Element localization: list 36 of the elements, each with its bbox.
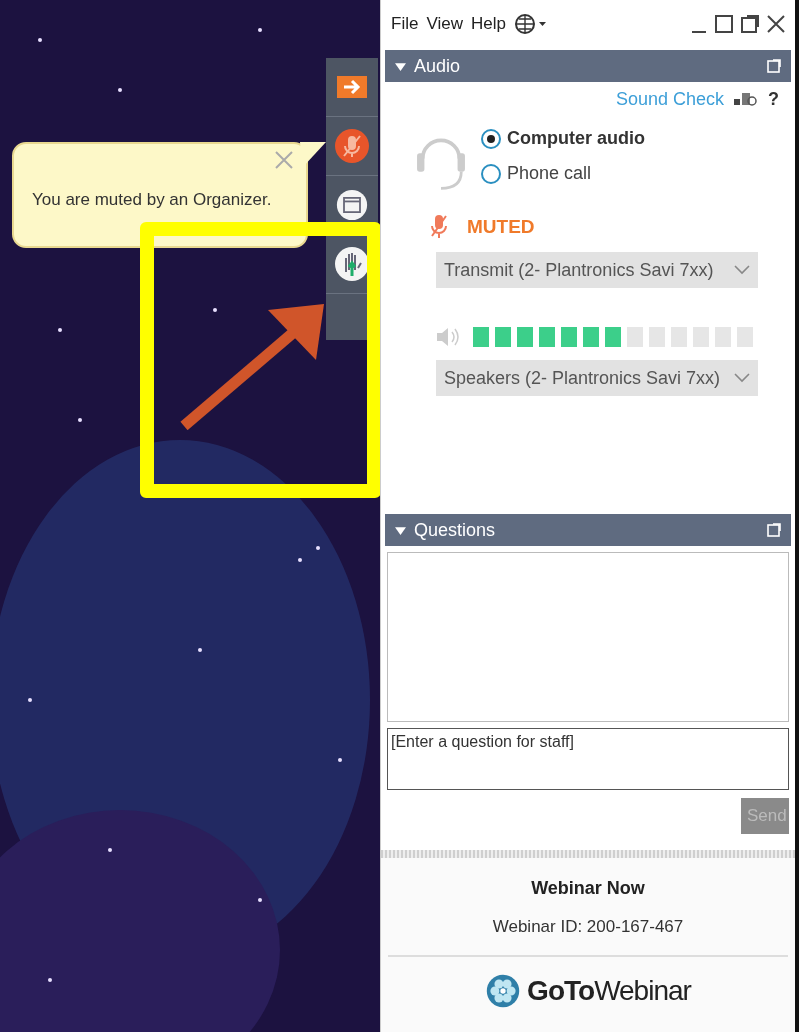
popout-icon[interactable] [767,523,781,537]
audio-mode-radio[interactable]: Computer audio [481,128,645,149]
screen-icon[interactable] [336,189,368,221]
maximize-icon[interactable] [715,14,733,34]
help-link[interactable]: ? [768,88,779,110]
section-header[interactable]: Questions [385,514,791,546]
muted-status: MUTED [467,216,535,238]
popout-icon[interactable] [767,59,781,73]
section-header[interactable]: Audio [385,50,791,82]
arrow-right-icon[interactable] [337,76,367,98]
menu-item[interactable]: View [426,14,463,34]
popout-icon[interactable] [741,14,759,34]
product-logo-text: GoToWebinar [527,975,691,1007]
menu-item[interactable]: Help [470,14,506,34]
chevron-down-icon [734,265,750,275]
globe-dropdown-icon[interactable] [513,13,548,35]
webinar-name: Webinar Now [531,878,645,899]
resize-grip[interactable] [381,850,795,858]
speakers-dropdown[interactable]: Speakers (2- Plantronics Savi 7xx) [436,360,758,396]
audio-mode-radio[interactable]: Phone call [481,163,645,184]
muted-microphone-icon [431,214,447,240]
microphone-dropdown[interactable]: Transmit (2- Plantronics Savi 7xx) [436,252,758,288]
notification-message: You are muted by an Organizer. [32,190,272,210]
speaker-icon [435,326,461,348]
menu-item[interactable]: File [391,14,419,34]
flower-logo-icon [485,973,522,1009]
webinar-id: Webinar ID: 200-167-467 [492,917,684,937]
raised-hand-icon[interactable] [334,246,370,282]
close-icon[interactable] [767,14,785,34]
expanded-triangle-icon[interactable] [395,60,406,72]
section-title: Questions [414,519,497,541]
section-title: Audio [414,55,462,77]
expanded-triangle-icon[interactable] [395,524,406,536]
question-input[interactable]: [Enter a question for staff] [387,728,789,790]
chevron-down-icon [734,373,750,383]
muted-microphone-icon[interactable] [334,128,370,164]
